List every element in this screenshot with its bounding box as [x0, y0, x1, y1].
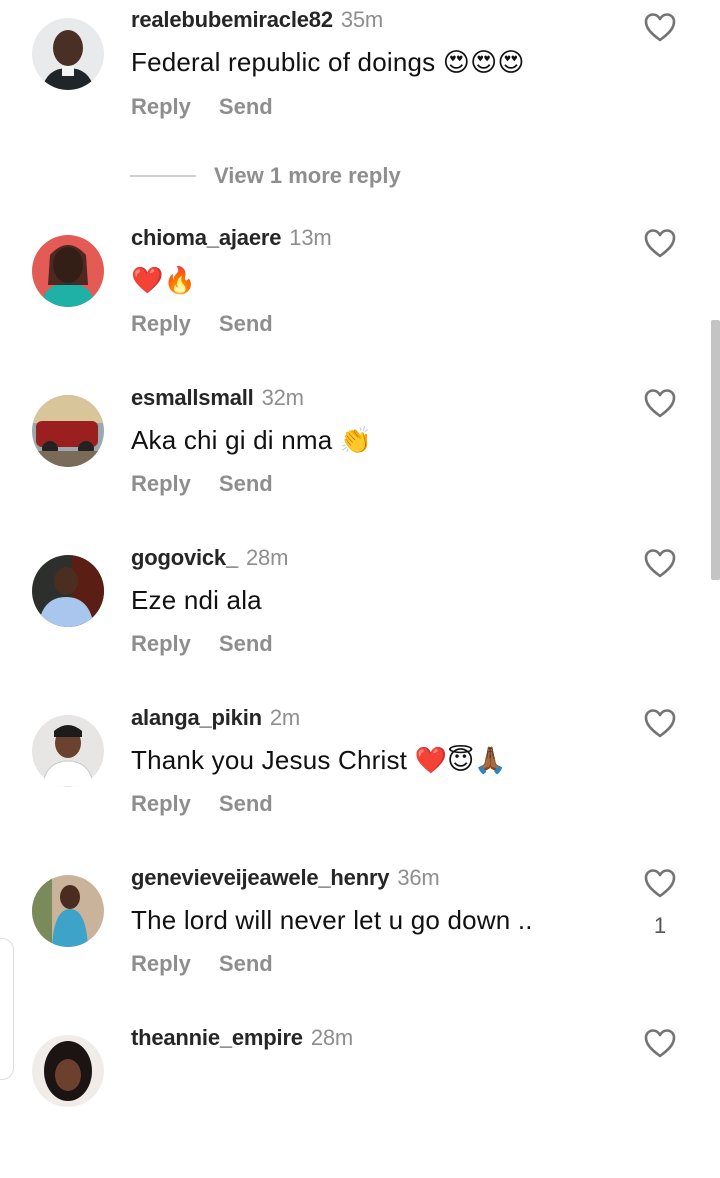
comment-text: The lord will never let u go down .. — [131, 905, 533, 935]
comment-text: Federal republic of doings 😍😍😍 — [131, 47, 525, 77]
comment-item: alanga_pikin 2m Thank you Jesus Christ ❤️… — [0, 698, 720, 858]
comment-time: 28m — [310, 1025, 354, 1050]
comment-item: theannie_empire 28m — [0, 1018, 720, 1178]
comment-username[interactable]: genevieveijeawele_henry 36m — [131, 865, 440, 891]
avatar[interactable] — [32, 875, 104, 947]
comment-time: 28m — [246, 545, 289, 570]
avatar[interactable] — [32, 555, 104, 627]
comment-actions: Reply Send — [131, 94, 301, 120]
comment-time: 36m — [397, 865, 440, 890]
comment-time: 35m — [340, 7, 384, 32]
send-button[interactable]: Send — [219, 311, 273, 336]
comment-username[interactable]: theannie_empire 28m — [131, 1025, 353, 1051]
send-button[interactable]: Send — [219, 951, 273, 976]
comment-item: chioma_ajaere 13m ❤️🔥 Reply Send — [0, 218, 720, 378]
username-text[interactable]: realebubemiracle82 — [131, 7, 333, 32]
send-button[interactable]: Send — [219, 791, 273, 816]
comment-actions: Reply Send — [131, 791, 301, 817]
heart-outline-icon[interactable] — [643, 227, 677, 259]
comment-time: 2m — [269, 705, 301, 730]
heart-outline-icon[interactable] — [643, 867, 677, 899]
comment-item: esmallsmall 32m Aka chi gi di nma 👏 Reply… — [0, 378, 720, 538]
comment-time: 13m — [289, 225, 332, 250]
view-more-replies[interactable]: View 1 more reply — [130, 160, 401, 192]
comment-username[interactable]: esmallsmall 32m — [131, 385, 304, 411]
avatar[interactable] — [32, 18, 104, 90]
reply-button[interactable]: Reply — [131, 631, 191, 656]
reply-thread-line — [130, 175, 196, 177]
reply-button[interactable]: Reply — [131, 951, 191, 976]
username-text[interactable]: theannie_empire — [131, 1025, 303, 1050]
avatar[interactable] — [32, 235, 104, 307]
sheet-edge — [0, 938, 14, 1080]
comment-username[interactable]: alanga_pikin 2m — [131, 705, 300, 731]
comment-item: gogovick_ 28m Eze ndi ala Reply Send — [0, 538, 720, 698]
send-button[interactable]: Send — [219, 631, 273, 656]
like-count: 1 — [653, 913, 667, 938]
comment-item: genevieveijeawele_henry 36m The lord will… — [0, 858, 720, 1018]
heart-outline-icon[interactable] — [643, 1027, 677, 1059]
avatar[interactable] — [32, 1035, 104, 1107]
heart-outline-icon[interactable] — [643, 11, 677, 43]
reply-button[interactable]: Reply — [131, 471, 191, 496]
comment-text: Thank you Jesus Christ ❤️😇🙏🏾 — [131, 745, 507, 775]
comment-actions: Reply Send — [131, 631, 301, 657]
send-button[interactable]: Send — [219, 94, 273, 119]
avatar[interactable] — [32, 395, 104, 467]
comment-username[interactable]: gogovick_ 28m — [131, 545, 288, 571]
heart-outline-icon[interactable] — [643, 707, 677, 739]
comment-time: 32m — [261, 385, 304, 410]
username-text[interactable]: gogovick_ — [131, 545, 238, 570]
view-more-replies-label[interactable]: View 1 more reply — [214, 163, 401, 189]
username-text[interactable]: chioma_ajaere — [131, 225, 281, 250]
comment-username[interactable]: realebubemiracle82 35m — [131, 7, 383, 33]
comment-item: realebubemiracle82 35m Federal republic o… — [0, 0, 720, 160]
username-text[interactable]: genevieveijeawele_henry — [131, 865, 390, 890]
comment-actions: Reply Send — [131, 471, 301, 497]
comment-actions: Reply Send — [131, 311, 301, 337]
comment-username[interactable]: chioma_ajaere 13m — [131, 225, 332, 251]
scrollbar[interactable] — [711, 320, 720, 580]
heart-outline-icon[interactable] — [643, 547, 677, 579]
reply-button[interactable]: Reply — [131, 791, 191, 816]
avatar[interactable] — [32, 715, 104, 787]
comment-text: Aka chi gi di nma 👏 — [131, 425, 373, 455]
username-text[interactable]: esmallsmall — [131, 385, 254, 410]
comment-actions: Reply Send — [131, 951, 301, 977]
comment-text: ❤️🔥 — [131, 265, 197, 295]
username-text[interactable]: alanga_pikin — [131, 705, 262, 730]
reply-button[interactable]: Reply — [131, 311, 191, 336]
comment-text: Eze ndi ala — [131, 585, 262, 615]
reply-button[interactable]: Reply — [131, 94, 191, 119]
heart-outline-icon[interactable] — [643, 387, 677, 419]
send-button[interactable]: Send — [219, 471, 273, 496]
